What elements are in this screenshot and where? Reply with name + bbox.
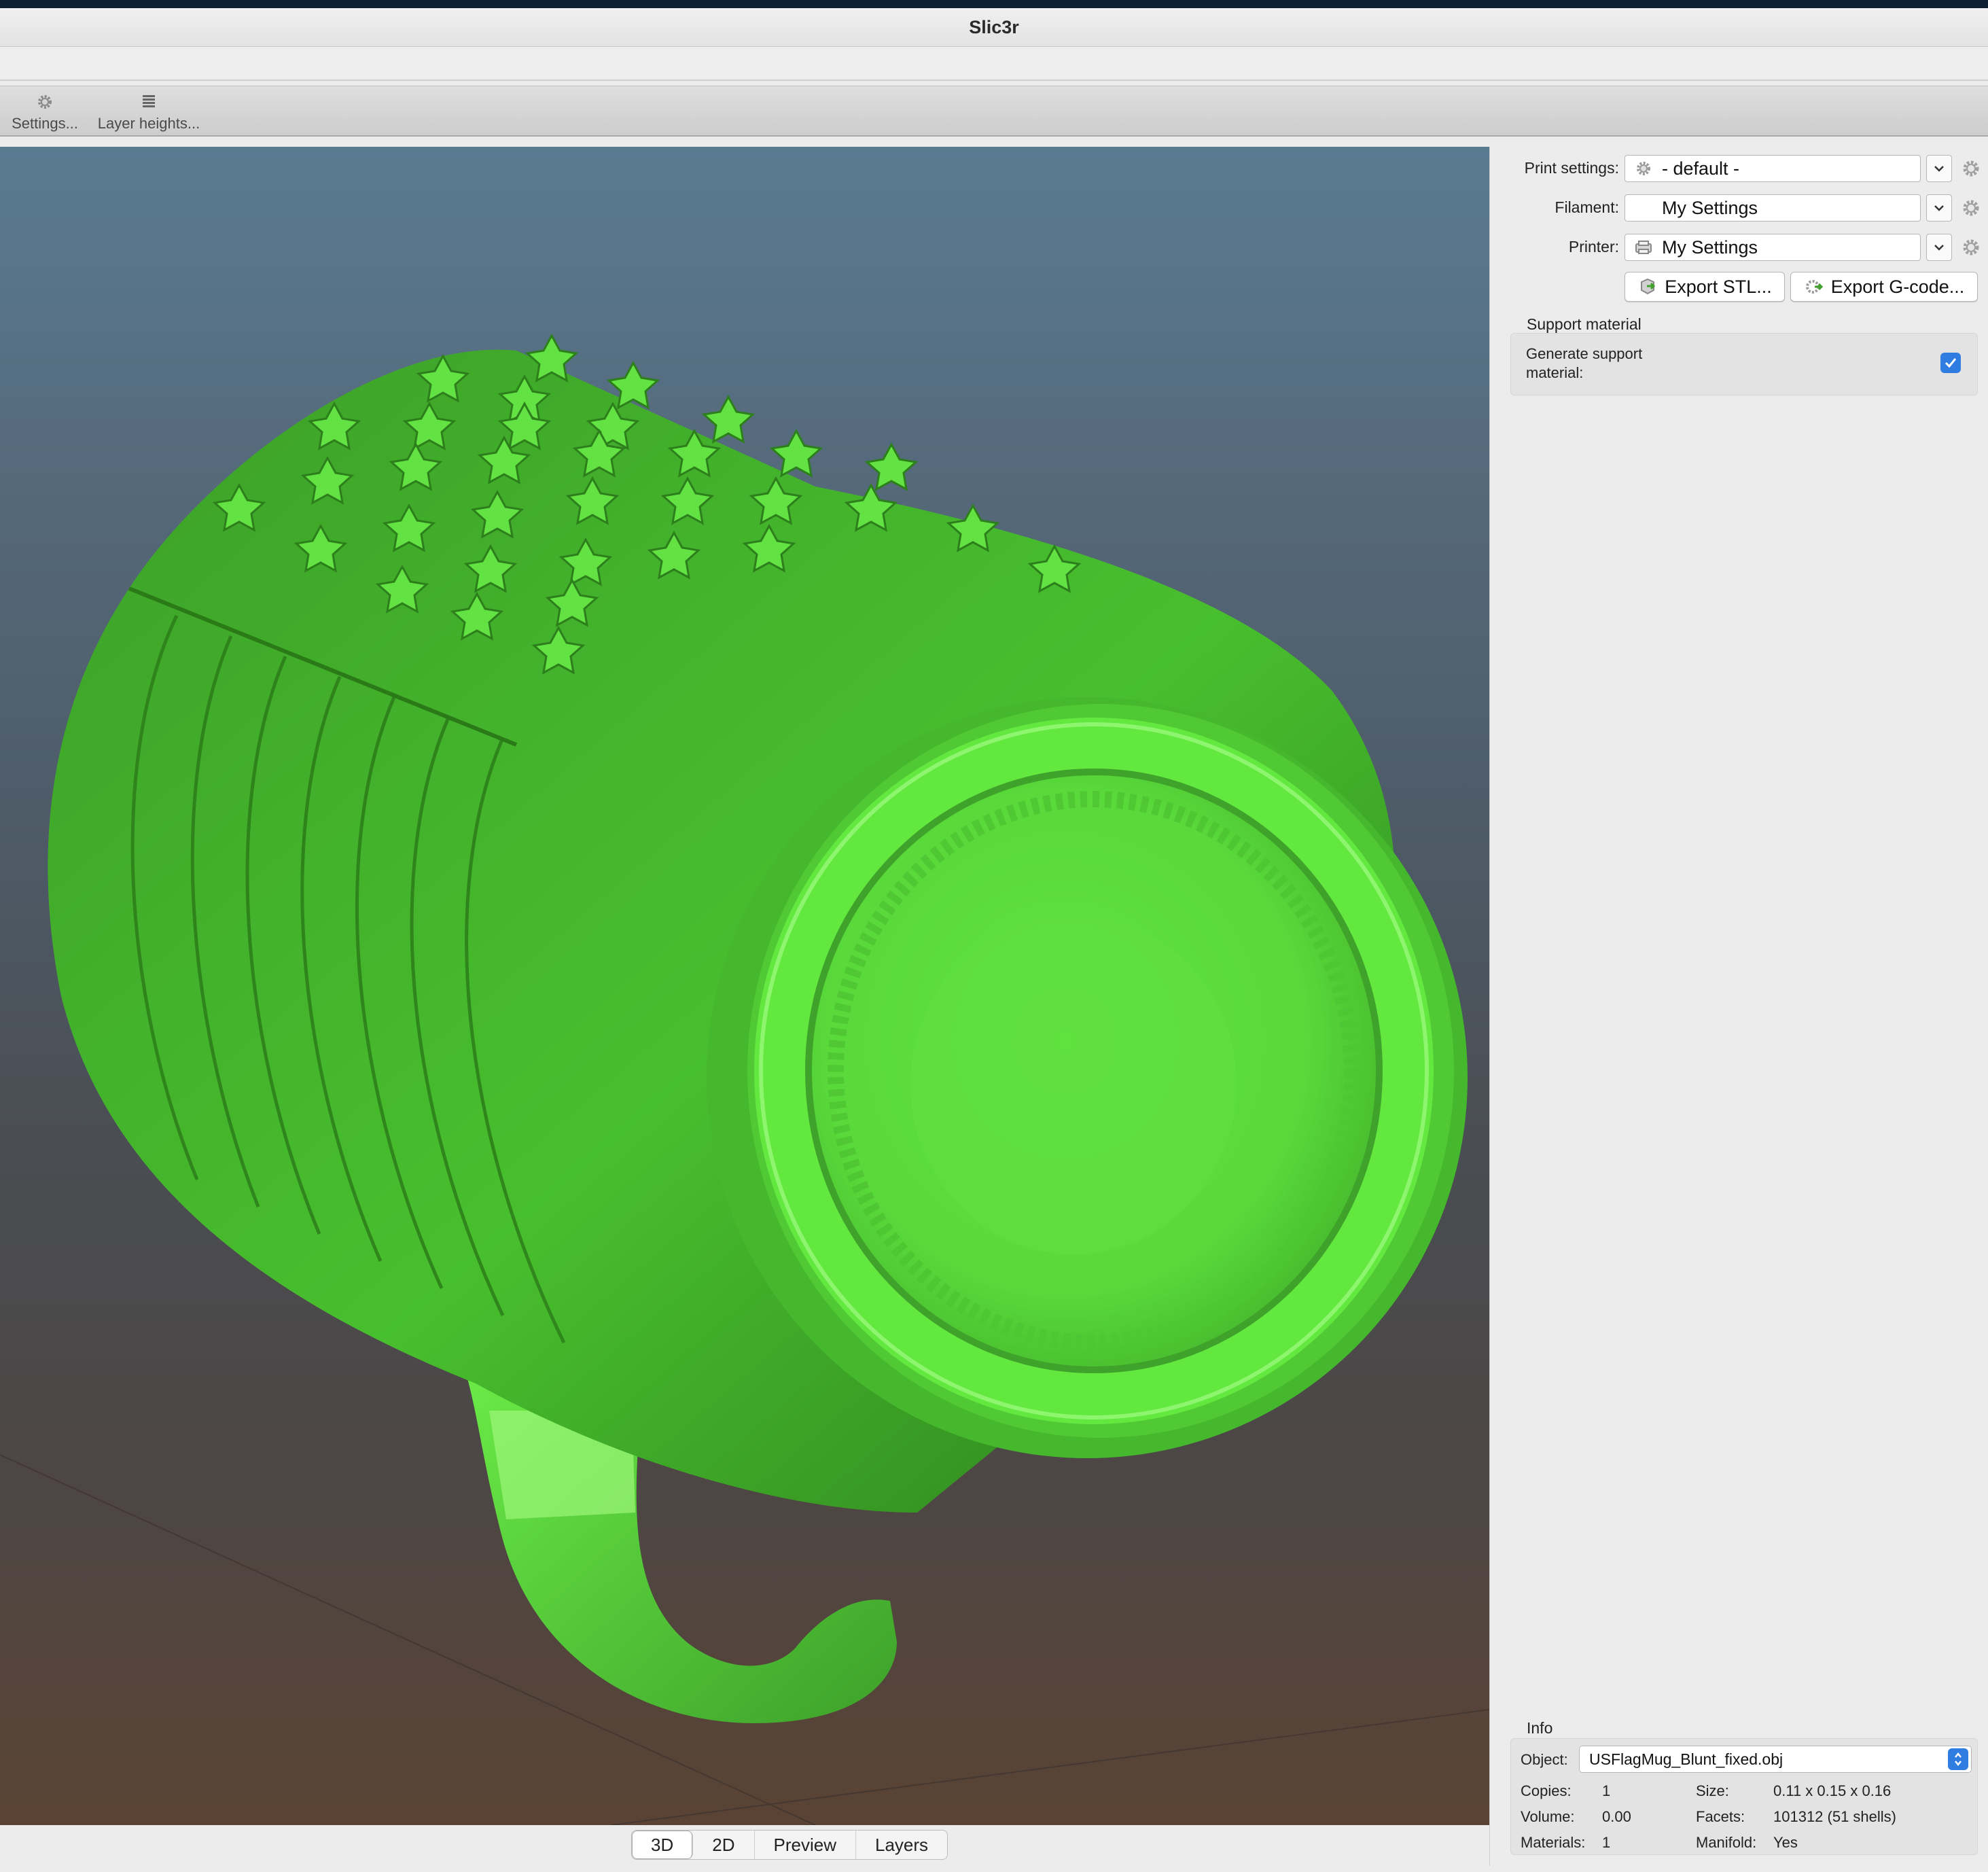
- layer-heights-button[interactable]: Layer heights...: [94, 86, 204, 135]
- layer-heights-button-label: Layer heights...: [97, 115, 200, 132]
- filament-gear-icon[interactable]: [1960, 197, 1982, 219]
- generate-support-checkbox[interactable]: [1940, 353, 1961, 373]
- printer-icon: [1635, 241, 1652, 254]
- bed-grid: [0, 1454, 1489, 1825]
- generate-support-label: Generate support material:: [1526, 345, 1643, 381]
- filament-combo[interactable]: My Settings: [1625, 194, 1921, 222]
- size-label: Size:: [1696, 1782, 1729, 1799]
- gear-icon: [38, 95, 52, 109]
- object-select[interactable]: USFlagMug_Blunt_fixed.obj: [1579, 1746, 1972, 1773]
- checkmark-icon: [1945, 358, 1957, 368]
- right-panel: Print settings: - default - Filament: My…: [1489, 147, 1988, 1866]
- chevron-down-icon: [1934, 205, 1944, 211]
- materials-value: 1: [1602, 1834, 1611, 1851]
- export-stl-icon: [1641, 278, 1656, 295]
- printer-value: My Settings: [1662, 236, 1758, 258]
- volume-label: Volume:: [1521, 1808, 1575, 1825]
- 3d-scene: [0, 333, 1489, 1825]
- mug-base-face: [754, 718, 1434, 1424]
- 3d-viewport[interactable]: [0, 147, 1489, 1825]
- volume-value: 0.00: [1602, 1808, 1631, 1825]
- window-title-bar: Slic3r: [0, 8, 1988, 47]
- copies-value: 1: [1602, 1782, 1611, 1799]
- print-settings-label: Print settings:: [1524, 159, 1619, 177]
- tab-2d[interactable]: 2D: [693, 1831, 755, 1859]
- tab-preview[interactable]: Preview: [755, 1831, 856, 1859]
- facets-value: 101312 (51 shells): [1773, 1808, 1897, 1825]
- gear-icon: [1637, 162, 1650, 175]
- materials-label: Materials:: [1521, 1834, 1586, 1851]
- printer-combo[interactable]: My Settings: [1625, 234, 1921, 261]
- chevron-down-icon: [1934, 245, 1944, 251]
- select-stepper-icon: [1948, 1748, 1968, 1770]
- settings-button-label: Settings...: [12, 115, 78, 132]
- object-value: USFlagMug_Blunt_fixed.obj: [1589, 1750, 1783, 1768]
- info-section-title: Info: [1527, 1719, 1553, 1737]
- size-value: 0.11 x 0.15 x 0.16: [1773, 1782, 1892, 1799]
- menu-bar: [0, 47, 1988, 81]
- info-section-box: Object: USFlagMug_Blunt_fixed.obj Copies…: [1510, 1738, 1978, 1855]
- view-tab-bar: 3D 2D Preview Layers: [631, 1830, 948, 1860]
- print-settings-gear-icon[interactable]: [1960, 158, 1982, 179]
- manifold-label: Manifold:: [1696, 1834, 1757, 1851]
- printer-dropdown[interactable]: [1926, 234, 1952, 261]
- object-label: Object:: [1521, 1751, 1568, 1768]
- tab-3d[interactable]: 3D: [632, 1831, 694, 1859]
- facets-label: Facets:: [1696, 1808, 1745, 1825]
- printer-label: Printer:: [1568, 238, 1619, 255]
- export-gcode-button[interactable]: Export G-code...: [1790, 272, 1978, 302]
- toolbar: Settings... Layer heights...: [0, 86, 1988, 137]
- window-title: Slic3r: [969, 16, 1019, 37]
- support-section-title: Support material: [1527, 315, 1641, 333]
- filament-dropdown[interactable]: [1926, 194, 1952, 222]
- print-settings-dropdown[interactable]: [1926, 155, 1952, 182]
- print-settings-combo[interactable]: - default -: [1625, 155, 1921, 182]
- filament-label: Filament:: [1555, 198, 1619, 216]
- manifold-value: Yes: [1773, 1834, 1798, 1851]
- filament-value: My Settings: [1662, 197, 1758, 218]
- export-gcode-label: Export G-code...: [1830, 276, 1965, 297]
- support-section-box: Generate support material:: [1510, 333, 1978, 395]
- export-stl-button[interactable]: Export STL...: [1625, 272, 1785, 302]
- layers-icon: [143, 95, 155, 107]
- copies-label: Copies:: [1521, 1782, 1572, 1799]
- printer-gear-icon[interactable]: [1960, 236, 1982, 258]
- system-menu-strip: [0, 0, 1988, 8]
- settings-button[interactable]: Settings...: [8, 86, 82, 135]
- export-gcode-icon: [1805, 280, 1823, 294]
- export-stl-label: Export STL...: [1665, 276, 1772, 297]
- chevron-down-icon: [1934, 166, 1944, 172]
- tab-layers[interactable]: Layers: [856, 1831, 947, 1859]
- print-settings-value: - default -: [1662, 158, 1740, 179]
